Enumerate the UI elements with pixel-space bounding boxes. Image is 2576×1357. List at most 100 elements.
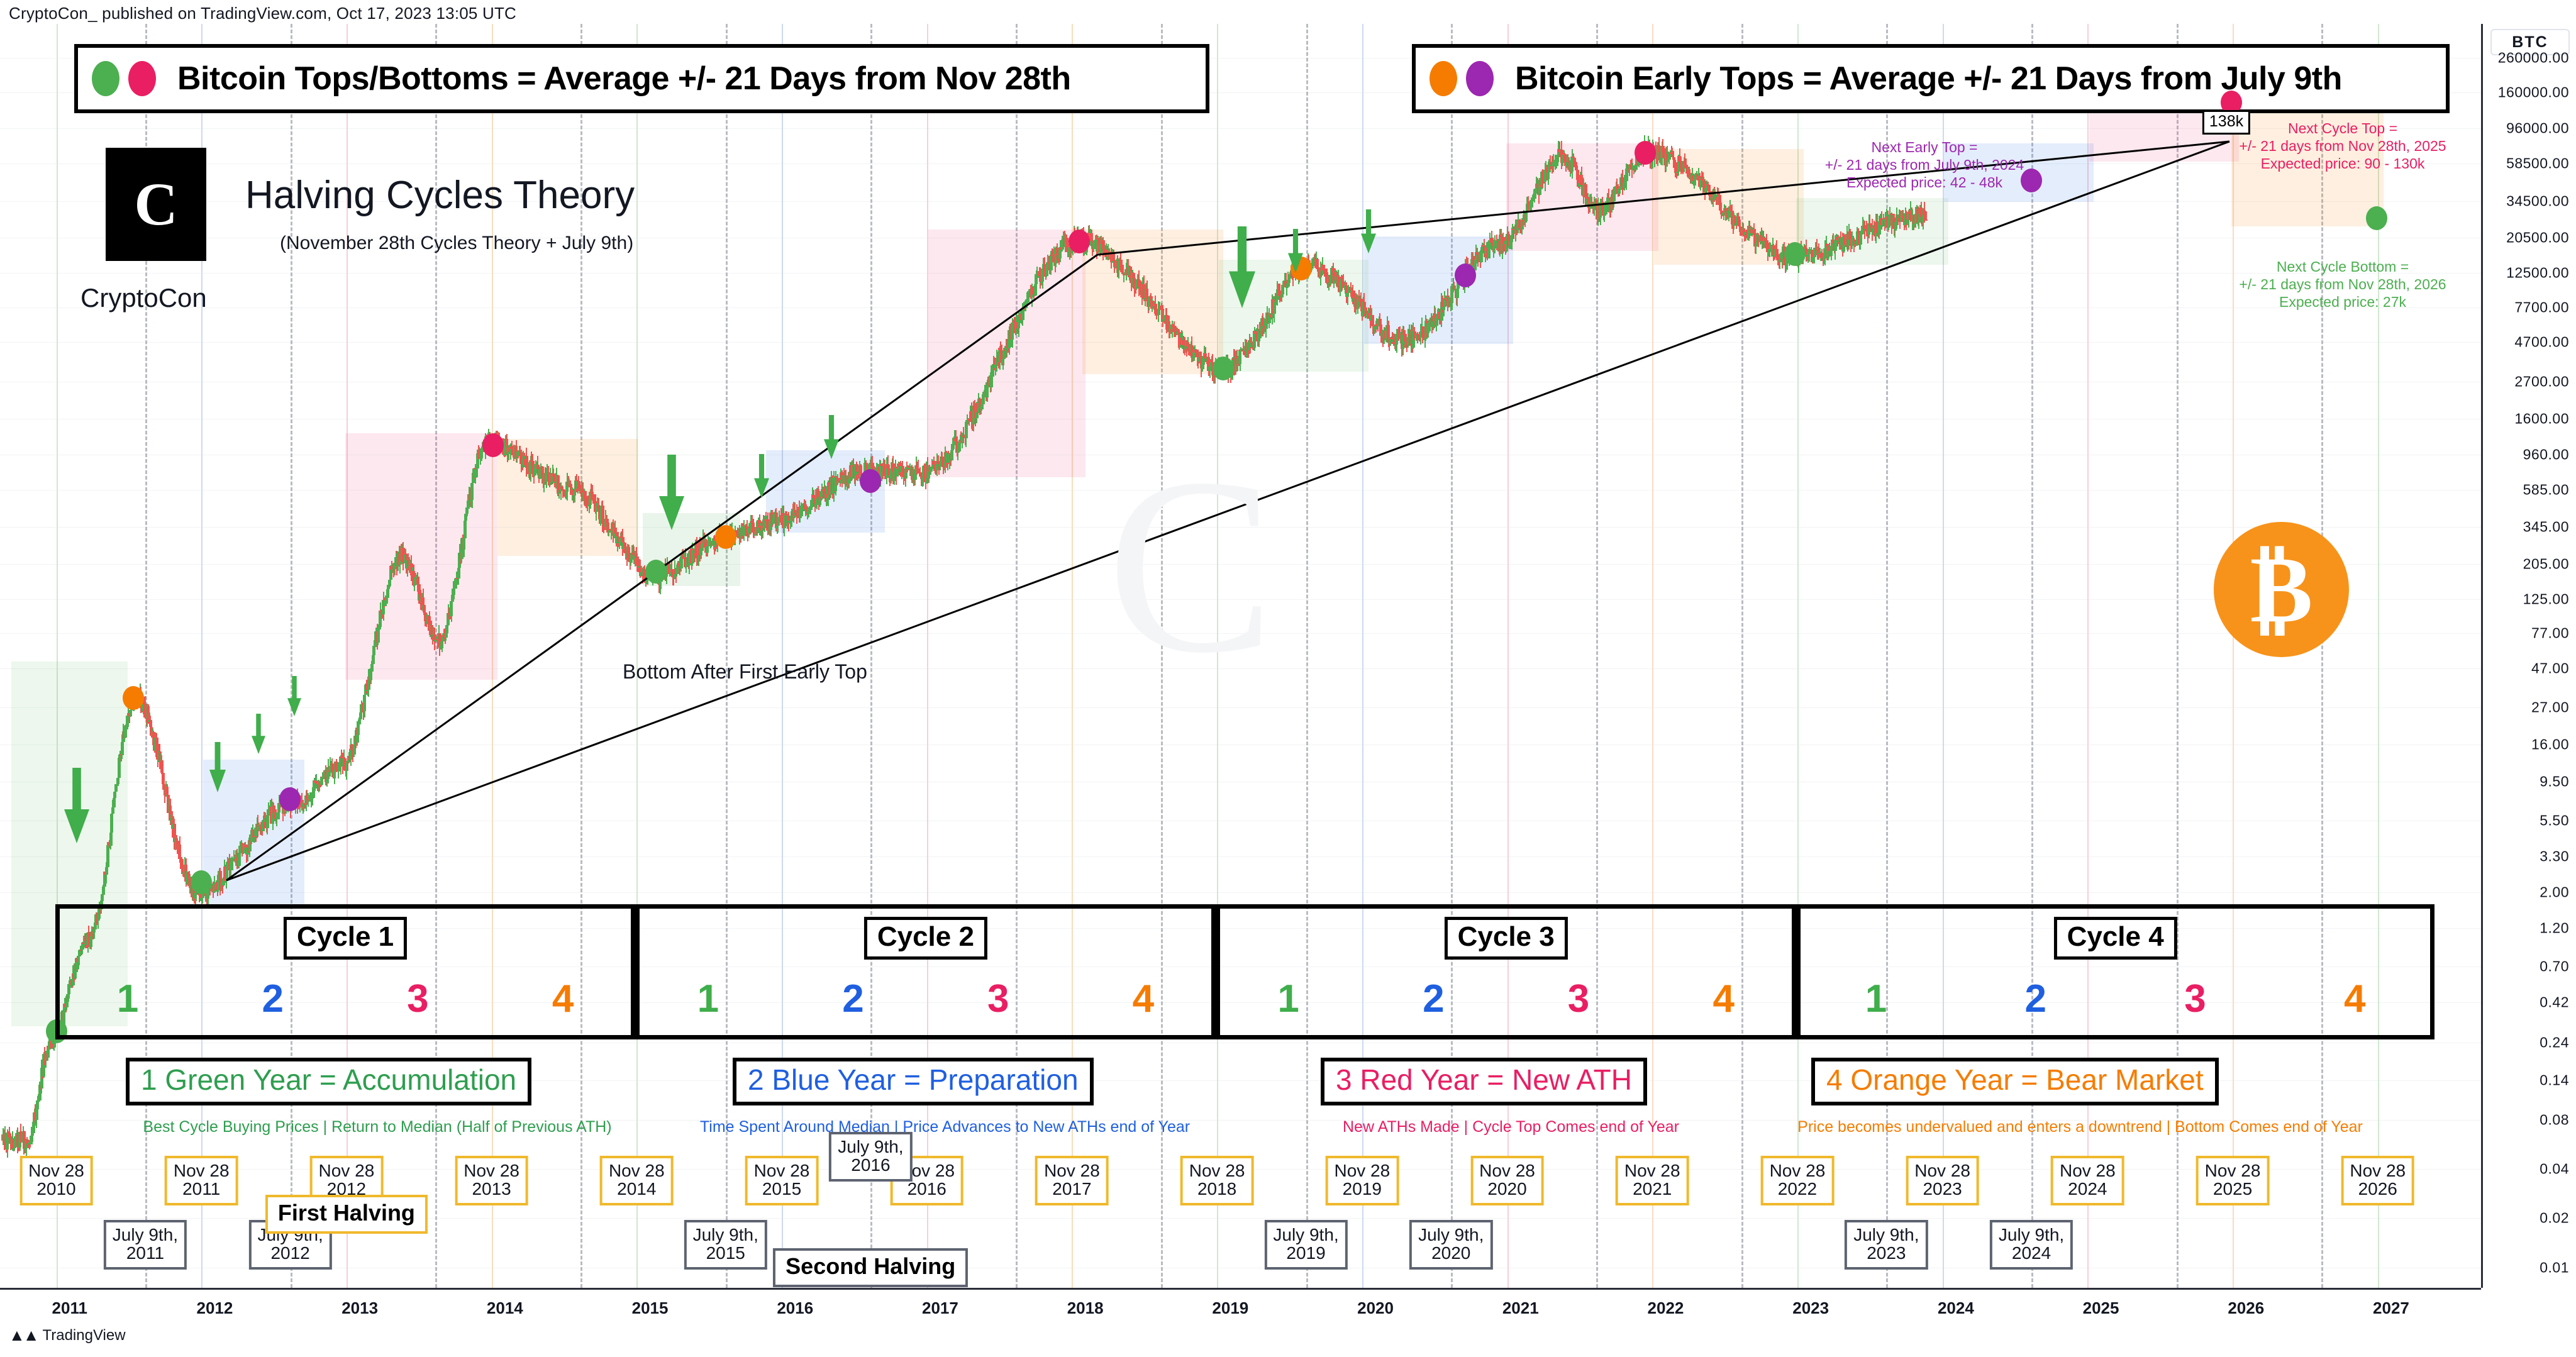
annotation-bottom-after-first-early-top: Bottom After First Early Top xyxy=(623,660,867,683)
price-tick-13: 345.00 xyxy=(2523,518,2569,535)
nov28-line2: 2023 xyxy=(1923,1179,1962,1199)
july9-line1: July 9th, xyxy=(1998,1225,2065,1244)
price-tick-4: 34500.00 xyxy=(2506,192,2569,209)
price-tick-25: 0.70 xyxy=(2540,958,2569,975)
year-legend-box-1: 1 Green Year = Accumulation xyxy=(126,1058,532,1105)
nov28-label-2021[interactable]: Nov 28 2021 xyxy=(1615,1156,1689,1205)
july9-line2: 2024 xyxy=(2011,1243,2051,1263)
july9-label-2019[interactable]: July 9th, 2019 xyxy=(1264,1220,1348,1270)
price-tick-2: 96000.00 xyxy=(2506,119,2569,136)
nov28-line2: 2022 xyxy=(1777,1179,1818,1199)
price-tick-31: 0.02 xyxy=(2540,1209,2569,1226)
nov28-label-2011[interactable]: Nov 28 2011 xyxy=(164,1156,238,1205)
price-tick-26: 0.42 xyxy=(2540,994,2569,1011)
price-tick-11: 960.00 xyxy=(2523,446,2569,463)
nov28-label-2010[interactable]: Nov 28 2010 xyxy=(19,1156,93,1205)
cycle-2-year-3: 3 xyxy=(987,977,1009,1021)
nov28-label-2023[interactable]: Nov 28 2023 xyxy=(1906,1156,1979,1205)
buy-arrow-0 xyxy=(64,767,90,843)
price-tick-6: 12500.00 xyxy=(2506,264,2569,281)
marker-cycle-bottom-2018 xyxy=(1212,356,1234,380)
nov28-line2: 2026 xyxy=(2358,1179,2397,1199)
price-tick-20: 9.50 xyxy=(2540,773,2569,790)
nov28-line2: 2018 xyxy=(1197,1179,1237,1199)
price-tick-30: 0.04 xyxy=(2540,1160,2569,1177)
cryptocon-logo: C xyxy=(106,148,206,261)
legend-early-tops: Bitcoin Early Tops = Average +/- 21 Days… xyxy=(1412,44,2450,113)
cycle-label-3: Cycle 3 xyxy=(1444,917,1568,960)
buy-arrow-4 xyxy=(659,455,685,531)
marker-cycle-top-2013 xyxy=(482,433,504,457)
july9-line2: 2020 xyxy=(1431,1243,1471,1263)
nov28-label-2024[interactable]: Nov 28 2024 xyxy=(2050,1156,2124,1205)
cycle-4-year-4: 4 xyxy=(2344,977,2366,1021)
tradingview-label: TradingView xyxy=(42,1326,126,1344)
buy-arrow-9 xyxy=(1360,209,1376,253)
cycle-1-year-1: 1 xyxy=(116,977,139,1021)
nov28-line1: Nov 28 xyxy=(1914,1161,1970,1180)
nov28-label-2014[interactable]: Nov 28 2014 xyxy=(599,1156,674,1205)
marker-early-top-2016 xyxy=(860,469,882,494)
nov28-label-2025[interactable]: Nov 28 2025 xyxy=(2196,1156,2270,1205)
price-tick-18: 27.00 xyxy=(2531,699,2569,716)
buy-arrow-2 xyxy=(251,714,265,755)
nov28-line2: 2015 xyxy=(762,1179,802,1199)
marker-cycle-top-2021 xyxy=(1635,141,1657,165)
july9-label-2015[interactable]: July 9th, 2015 xyxy=(684,1220,767,1270)
nov28-label-2026[interactable]: Nov 28 2026 xyxy=(2341,1156,2415,1205)
cycle-3-year-3: 3 xyxy=(1567,977,1590,1021)
price-axis[interactable]: BTC 260000.00 160000.00 96000.00 58500.00 34… xyxy=(2481,24,2576,1288)
nov28-line2: 2025 xyxy=(2212,1179,2253,1199)
cycle-2-year-2: 2 xyxy=(842,977,864,1021)
nov28-label-2022[interactable]: Nov 28 2022 xyxy=(1760,1156,1835,1205)
marker-early-top-2020 xyxy=(1455,263,1477,287)
price-tick-27: 0.24 xyxy=(2540,1034,2569,1051)
year-legend-box-4: 4 Orange Year = Bear Market xyxy=(1811,1058,2219,1105)
buy-arrow-5 xyxy=(754,454,770,499)
marker-early-top-2015 xyxy=(714,525,736,550)
nov28-line1: Nov 28 xyxy=(1334,1161,1391,1180)
cycle-2-year-1: 1 xyxy=(697,977,719,1021)
nov28-line2: 2013 xyxy=(472,1179,511,1199)
nov28-line1: Nov 28 xyxy=(1479,1161,1535,1180)
orange-dot-icon xyxy=(1430,61,1457,96)
nov28-label-2013[interactable]: Nov 28 2013 xyxy=(455,1156,528,1205)
nov28-line2: 2021 xyxy=(1633,1179,1672,1199)
buy-arrow-3 xyxy=(287,675,302,716)
nov28-label-2020[interactable]: Nov 28 2020 xyxy=(1470,1156,1544,1205)
july9-label-2023[interactable]: July 9th, 2023 xyxy=(1845,1220,1928,1270)
year-tick-2018: 2018 xyxy=(1067,1299,1104,1317)
nov28-label-2018[interactable]: Nov 28 2018 xyxy=(1180,1156,1254,1205)
nov28-label-2019[interactable]: Nov 28 2019 xyxy=(1325,1156,1399,1205)
time-axis[interactable]: 2011 2012 2013 2014 2015 2016 2017 2018 2019 2020… xyxy=(0,1288,2481,1329)
cycle-3-year-4: 4 xyxy=(1713,977,1735,1021)
marker-cycle-bottom-2015 xyxy=(645,559,667,584)
nov28-line1: Nov 28 xyxy=(2350,1161,2406,1180)
july9-line1: July 9th, xyxy=(692,1225,758,1244)
july9-label-2011[interactable]: July 9th, 2011 xyxy=(103,1220,187,1270)
nov28-label-2015[interactable]: Nov 28 2015 xyxy=(745,1156,819,1205)
first-halving-label[interactable]: First Halving xyxy=(265,1195,428,1234)
cycle-4-year-3: 3 xyxy=(2184,977,2206,1021)
annotation-next-early-top: Next Early Top = +/- 21 days from July 9… xyxy=(1824,139,2024,191)
cycle-2-year-4: 4 xyxy=(1132,977,1155,1021)
price-tick-17: 47.00 xyxy=(2531,660,2569,677)
price-tick-15: 125.00 xyxy=(2523,590,2569,607)
year-tick-2020: 2020 xyxy=(1357,1299,1394,1317)
july9-line1: July 9th, xyxy=(838,1137,904,1156)
july9-label-2024[interactable]: July 9th, 2024 xyxy=(1989,1220,2074,1270)
price-tick-9: 2700.00 xyxy=(2514,373,2569,390)
price-tick-16: 77.00 xyxy=(2531,624,2569,641)
year-tick-2014: 2014 xyxy=(486,1299,523,1317)
nov28-line1: Nov 28 xyxy=(2059,1161,2116,1180)
nov28-line2: 2020 xyxy=(1487,1179,1527,1199)
buy-arrow-7 xyxy=(1228,226,1255,308)
nov28-label-2017[interactable]: Nov 28 2017 xyxy=(1035,1156,1109,1205)
july9-line1: July 9th, xyxy=(1273,1225,1339,1244)
nov28-line2: 2014 xyxy=(617,1179,657,1199)
july9-label-2016[interactable]: July 9th, 2016 xyxy=(829,1132,913,1182)
chart-screenshot: CryptoCon_ published on TradingView.com,… xyxy=(0,0,2576,1357)
july9-label-2020[interactable]: July 9th, 2020 xyxy=(1409,1220,1493,1270)
price-tick-8: 4700.00 xyxy=(2514,333,2569,350)
second-halving-label[interactable]: Second Halving xyxy=(773,1248,969,1287)
